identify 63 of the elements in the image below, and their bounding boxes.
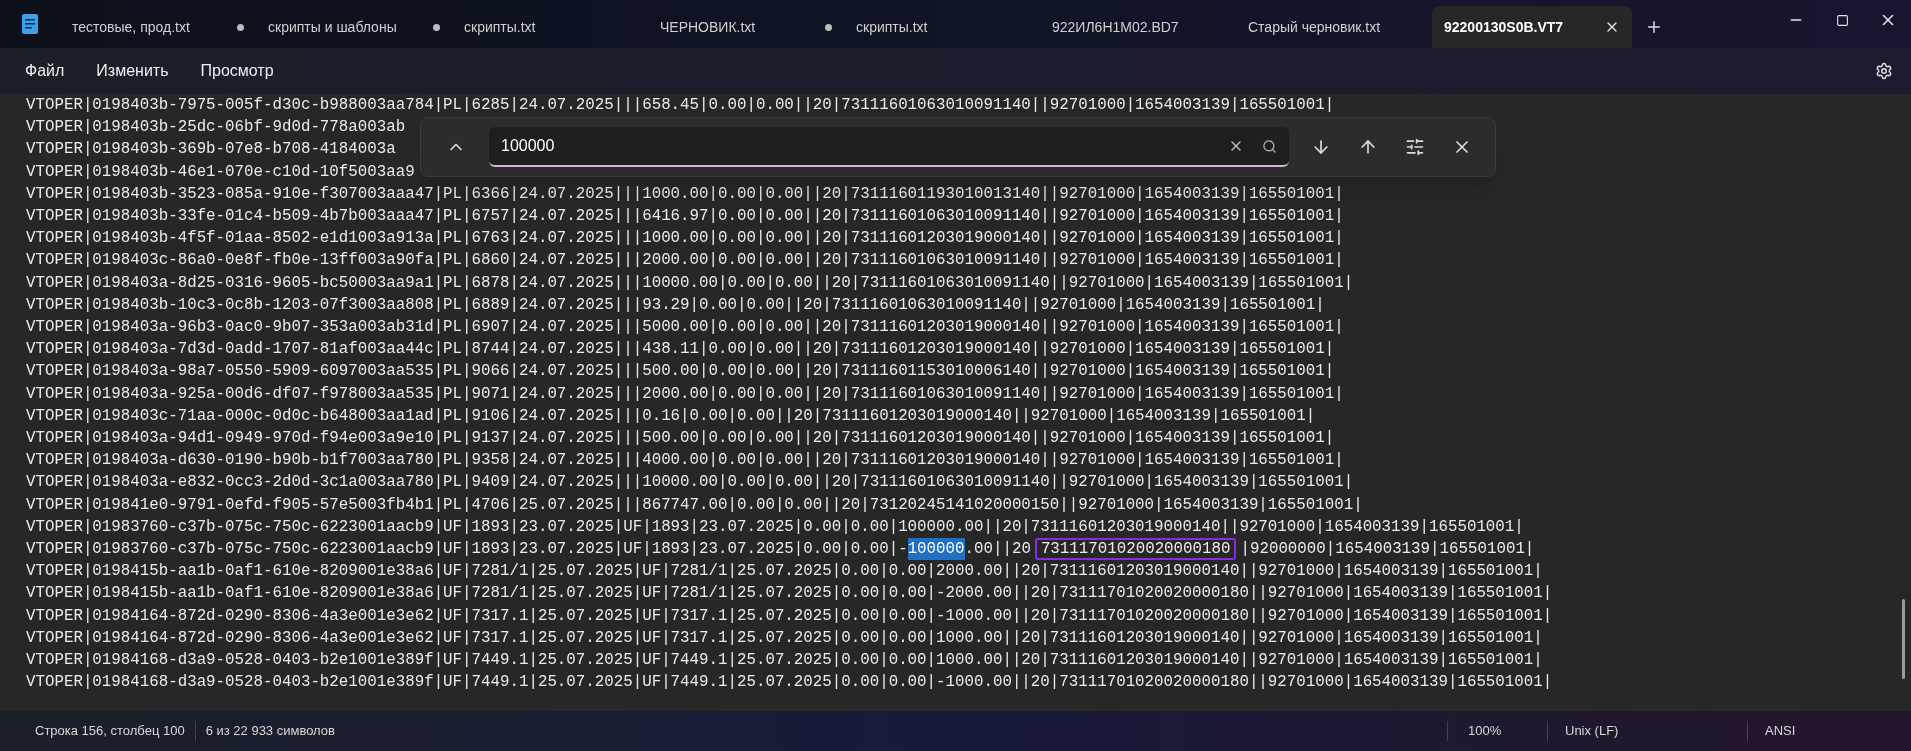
text-line: VTOPER|01984168-d3a9-0528-0403-b2e1001e389f|UF|7449.1|25.07.2025|UF|7449.1|25.07.2025|0.00|0.00|1000.00||20|73111601203019000140||92701000|1654003139|165501001| <box>26 650 1543 672</box>
text-line: VTOPER|0198403c-86a0-0e8f-fb0e-13ff003a90fa|PL|6860|24.07.2025|||2000.00|0.00|0.00||20|73111601063010091140||92701000|1654003139|165501001| <box>26 250 1344 272</box>
editor-tab[interactable]: тестовые, прод.txt <box>60 6 256 48</box>
text-line: VTOPER|0198403c-71aa-000c-0d0c-b648003aa1ad|PL|9106|24.07.2025|||0.16|0.00|0.00||20|73111601203019000140||92701000|1654003139|165501001| <box>26 405 1316 427</box>
text-line: VTOPER|019841e0-9791-0efd-f905-57e5003fb4b1|PL|4706|25.07.2025|||867747.00|0.00|0.00||20|73120245141020000150||92701000|1654003139|165501001| <box>26 494 1363 516</box>
tab-label: 92200130S0B.VT7 <box>1444 17 1564 37</box>
tab-label: скрипты.txt <box>856 17 928 37</box>
text-line: VTOPER|01983760-c37b-075c-750c-6223001aacb9|UF|1893|23.07.2025|UF|1893|23.07.2025|0.00|0.00|100000.00||20|73111601203019000140||92701000|1654003139|165501001| <box>26 516 1524 538</box>
editor-tab[interactable]: ЧЕРНОВИК.txt <box>648 6 844 48</box>
editor-tab[interactable]: скрипты и шаблоны <box>256 6 452 48</box>
tab-label: 922ИЛ6Н1М02.BD7 <box>1052 17 1179 37</box>
text-line: VTOPER|0198415b-aa1b-0af1-610e-8209001e38a6|UF|7281/1|25.07.2025|UF|7281/1|25.07.2025|0.00|0.00|-2000.00||20|73111701020020000180||92701000|1654003139|165501001| <box>26 583 1553 605</box>
scrollbar-thumb[interactable] <box>1902 599 1905 679</box>
search-field[interactable]: 100000 <box>489 127 1289 167</box>
menu-item[interactable]: Файл <box>12 53 78 89</box>
text-line: VTOPER|0198403a-96b3-0ac0-9b07-353a003ab31d|PL|6907|24.07.2025|||5000.00|0.00|0.00||20|73111601203019000140||92701000|1654003139|165501001| <box>26 317 1344 339</box>
menu-item[interactable]: Изменить <box>83 53 182 89</box>
new-tab-icon[interactable] <box>1645 18 1663 36</box>
tab-label: тестовые, прод.txt <box>72 17 190 37</box>
menu-item[interactable]: Просмотр <box>187 53 287 89</box>
text-line: VTOPER|0198403b-7975-005f-d30c-b988003aa784|PL|6285|24.07.2025|||658.45|0.00|0.00||20|73111601063010091140||92701000|1654003139|165501001| <box>26 95 1335 116</box>
text-line: VTOPER|0198415b-aa1b-0af1-610e-8209001e38a6|UF|7281/1|25.07.2025|UF|7281/1|25.07.2025|0.00|0.00|2000.00||20|73111601203019000140||92701000|1654003139|165501001| <box>26 561 1543 583</box>
text-line: VTOPER|0198403b-33fe-01c4-b509-4b7b003aaa47|PL|6757|24.07.2025|||6416.97|0.00|0.00||20|73111601063010091140||92701000|1654003139|165501001| <box>26 206 1344 227</box>
text-line: VTOPER|0198403b-4f5f-01aa-8502-e1d1003a913a|PL|6763|24.07.2025|||1000.00|0.00|0.00||20|73111601203019000140||92701000|1654003139|165501001| <box>26 228 1344 250</box>
line-text: |92000000|1654003139|165501001| <box>1240 539 1535 561</box>
cursor-position: Строка 156, столбец 100 <box>0 721 196 741</box>
text-line: VTOPER|0198403a-7d3d-0add-1707-81af003aa44c|PL|8744|24.07.2025|||438.11|0.00|0.00||20|73111601203019000140||92701000|1654003139|165501001| <box>26 339 1335 361</box>
text-line: VTOPER|0198403b-25dc-06bf-9d0d-778a003ab <box>26 117 406 139</box>
maximize-icon[interactable] <box>1835 13 1849 27</box>
text-line: VTOPER|0198403b-369b-07e8-b708-4184003a <box>26 139 396 161</box>
text-line: VTOPER|0198403a-e832-0cc3-2d0d-3c1a003aa780|PL|9409|24.07.2025|||10000.00|0.00|0.00||20|73111601063010091140||92701000|1654003139|165501001| <box>26 472 1354 494</box>
text-line: VTOPER|0198403a-925a-00d6-df07-f978003aa535|PL|9071|24.07.2025|||2000.00|0.00|0.00||20|73111601063010091140||92701000|1654003139|165501001| <box>26 383 1344 405</box>
text-line: VTOPER|0198403b-3523-085a-910e-f307003aaa47|PL|6366|24.07.2025|||1000.00|0.00|0.00||20|73111601193010013140||92701000|1654003139|165501001| <box>26 183 1344 205</box>
editor-tab[interactable]: скрипты.txt <box>844 6 1040 48</box>
text-line: VTOPER|01984168-d3a9-0528-0403-b2e1001e389f|UF|7449.1|25.07.2025|UF|7449.1|25.07.2025|0.00|0.00|-1000.00||20|73111701020020000180||92701000|1654003139|165501001| <box>26 672 1553 694</box>
text-line: VTOPER|01984164-872d-0290-8306-4a3e001e3e62|UF|7317.1|25.07.2025|UF|7317.1|25.07.2025|0.00|0.00|-1000.00||20|73111701020020000180||92701000|1654003139|165501001| <box>26 605 1553 627</box>
tab-label: Старый черновик.txt <box>1248 17 1381 37</box>
settings-icon[interactable] <box>1875 62 1893 80</box>
search-icon[interactable] <box>1262 138 1277 154</box>
line-ending[interactable]: Unix (LF) <box>1547 721 1747 741</box>
zoom-level[interactable]: 100% <box>1447 721 1547 741</box>
line-text: .00||20 <box>964 539 1031 561</box>
options-icon[interactable] <box>1404 137 1425 157</box>
text-line: VTOPER|01984164-872d-0290-8306-4a3e001e3e62|UF|7317.1|25.07.2025|UF|7317.1|25.07.2025|0.00|0.00|1000.00||20|73111601203019000140||92701000|1654003139|165501001| <box>26 627 1543 649</box>
text-line: VTOPER|0198403b-10c3-0c8b-1203-07f3003aa808|PL|6889|24.07.2025|||93.29|0.00|0.00||20|73111601063010091140||92701000|1654003139|165501001| <box>26 294 1325 316</box>
tab-label: скрипты и шаблоны <box>268 17 397 37</box>
tab-label: ЧЕРНОВИК.txt <box>660 17 756 37</box>
boxed-code: 73111701020020000180 <box>1034 538 1237 561</box>
text-line: VTOPER|0198403a-98a7-0550-5909-6097003aa535|PL|9066|24.07.2025|||500.00|0.00|0.00||20|73111601153010006140||92701000|1654003139|165501001| <box>26 361 1335 383</box>
editor-tab[interactable]: 922ИЛ6Н1М02.BD7 <box>1040 6 1236 48</box>
editor-tab[interactable]: Старый черновик.txt <box>1236 6 1432 48</box>
encoding[interactable]: ANSI <box>1747 721 1911 741</box>
text-line: VTOPER|0198403a-d630-0190-b90b-b1f7003aa780|PL|9358|24.07.2025|||4000.00|0.00|0.00||20|73111601203019000140||92701000|1654003139|165501001| <box>26 450 1344 472</box>
editor-tab[interactable]: скрипты.txt <box>452 6 648 48</box>
text-line: VTOPER|0198403a-94d1-0949-970d-f94e003a9e10|PL|9137|24.07.2025|||500.00|0.00|0.00||20|73111601203019000140||92701000|1654003139|165501001| <box>26 428 1335 450</box>
search-match: 100000 <box>907 538 965 561</box>
line-text: VTOPER|01983760-c37b-075c-750c-6223001aacb9|UF|1893|23.07.2025|UF|1893|23.07.2025|0.00|0.00|- <box>26 539 908 561</box>
tab-label: скрипты.txt <box>464 17 536 37</box>
character-count: 6 из 22 933 символов <box>204 722 335 741</box>
text-line: VTOPER|0198403a-8d25-0316-9605-bc50003aa9a1|PL|6878|24.07.2025|||10000.00|0.00|0.00||20|73111601063010091140||92701000|1654003139|165501001| <box>26 272 1354 294</box>
notepad-icon <box>21 13 39 35</box>
editor-tab[interactable]: 92200130S0B.VT7 <box>1432 6 1632 48</box>
text-line: VTOPER|0198403b-46e1-070e-c10d-10f5003aa9 <box>26 161 415 183</box>
